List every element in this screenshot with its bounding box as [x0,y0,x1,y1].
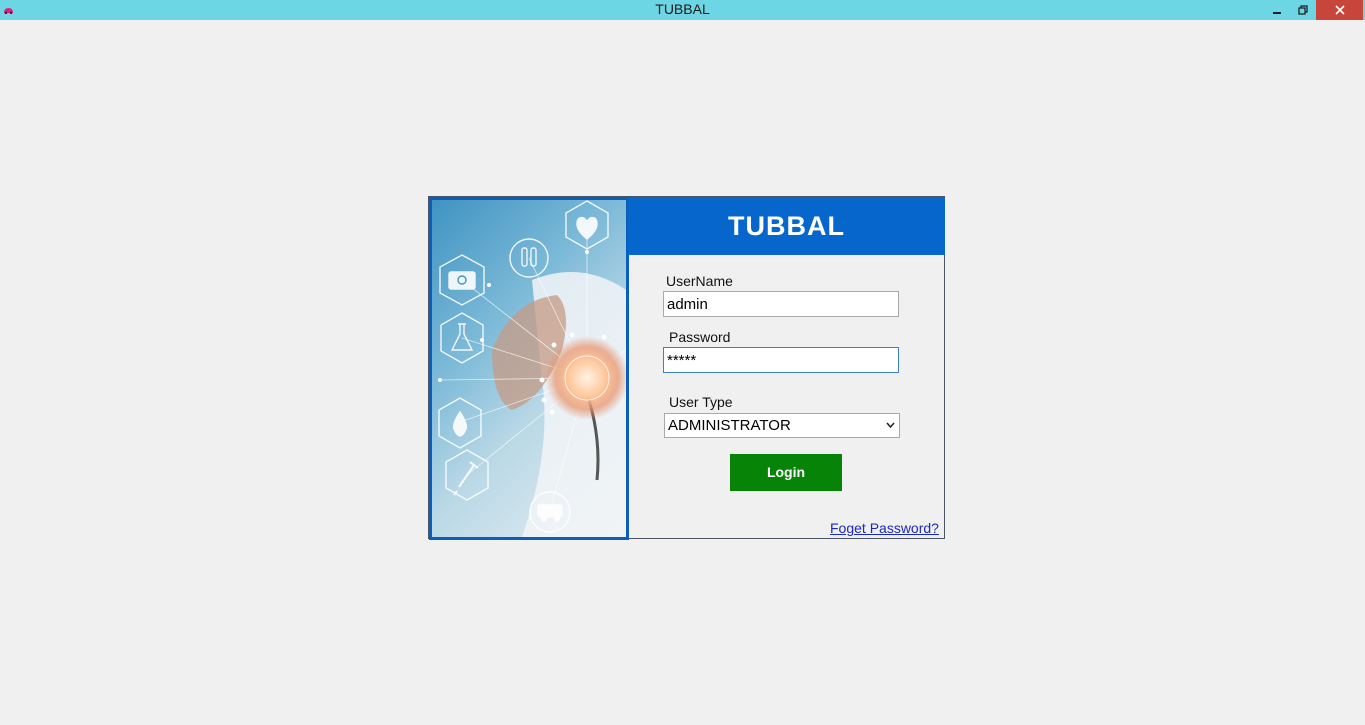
close-button[interactable] [1316,0,1363,20]
forgot-password-link[interactable]: Foget Password? [830,520,939,536]
window-titlebar: TUBBAL [0,0,1365,20]
first-aid-kit-icon [439,254,485,306]
login-button[interactable]: Login [730,454,842,491]
medical-banner-image [429,197,629,540]
password-input[interactable] [663,347,899,373]
syringe-icon [445,449,489,501]
dialog-title: TUBBAL [728,211,845,241]
minimize-icon [1273,12,1281,14]
restore-icon [1298,5,1308,15]
user-type-select[interactable]: ADMINISTRATOR [664,413,900,438]
window-title: TUBBAL [655,1,710,17]
medical-illustration [438,200,626,537]
username-input[interactable] [663,291,899,317]
dialog-header: TUBBAL [628,197,945,255]
drop-icon [438,397,482,449]
user-type-label: User Type [669,394,733,410]
login-dialog: TUBBAL UserName Password User Type ADMIN… [428,196,945,540]
minimize-button[interactable] [1264,0,1290,20]
password-label: Password [669,329,731,345]
chevron-down-icon [886,422,895,429]
username-label: UserName [666,273,733,289]
restore-button[interactable] [1290,0,1316,20]
close-icon [1334,5,1345,15]
user-type-value: ADMINISTRATOR [668,417,791,434]
